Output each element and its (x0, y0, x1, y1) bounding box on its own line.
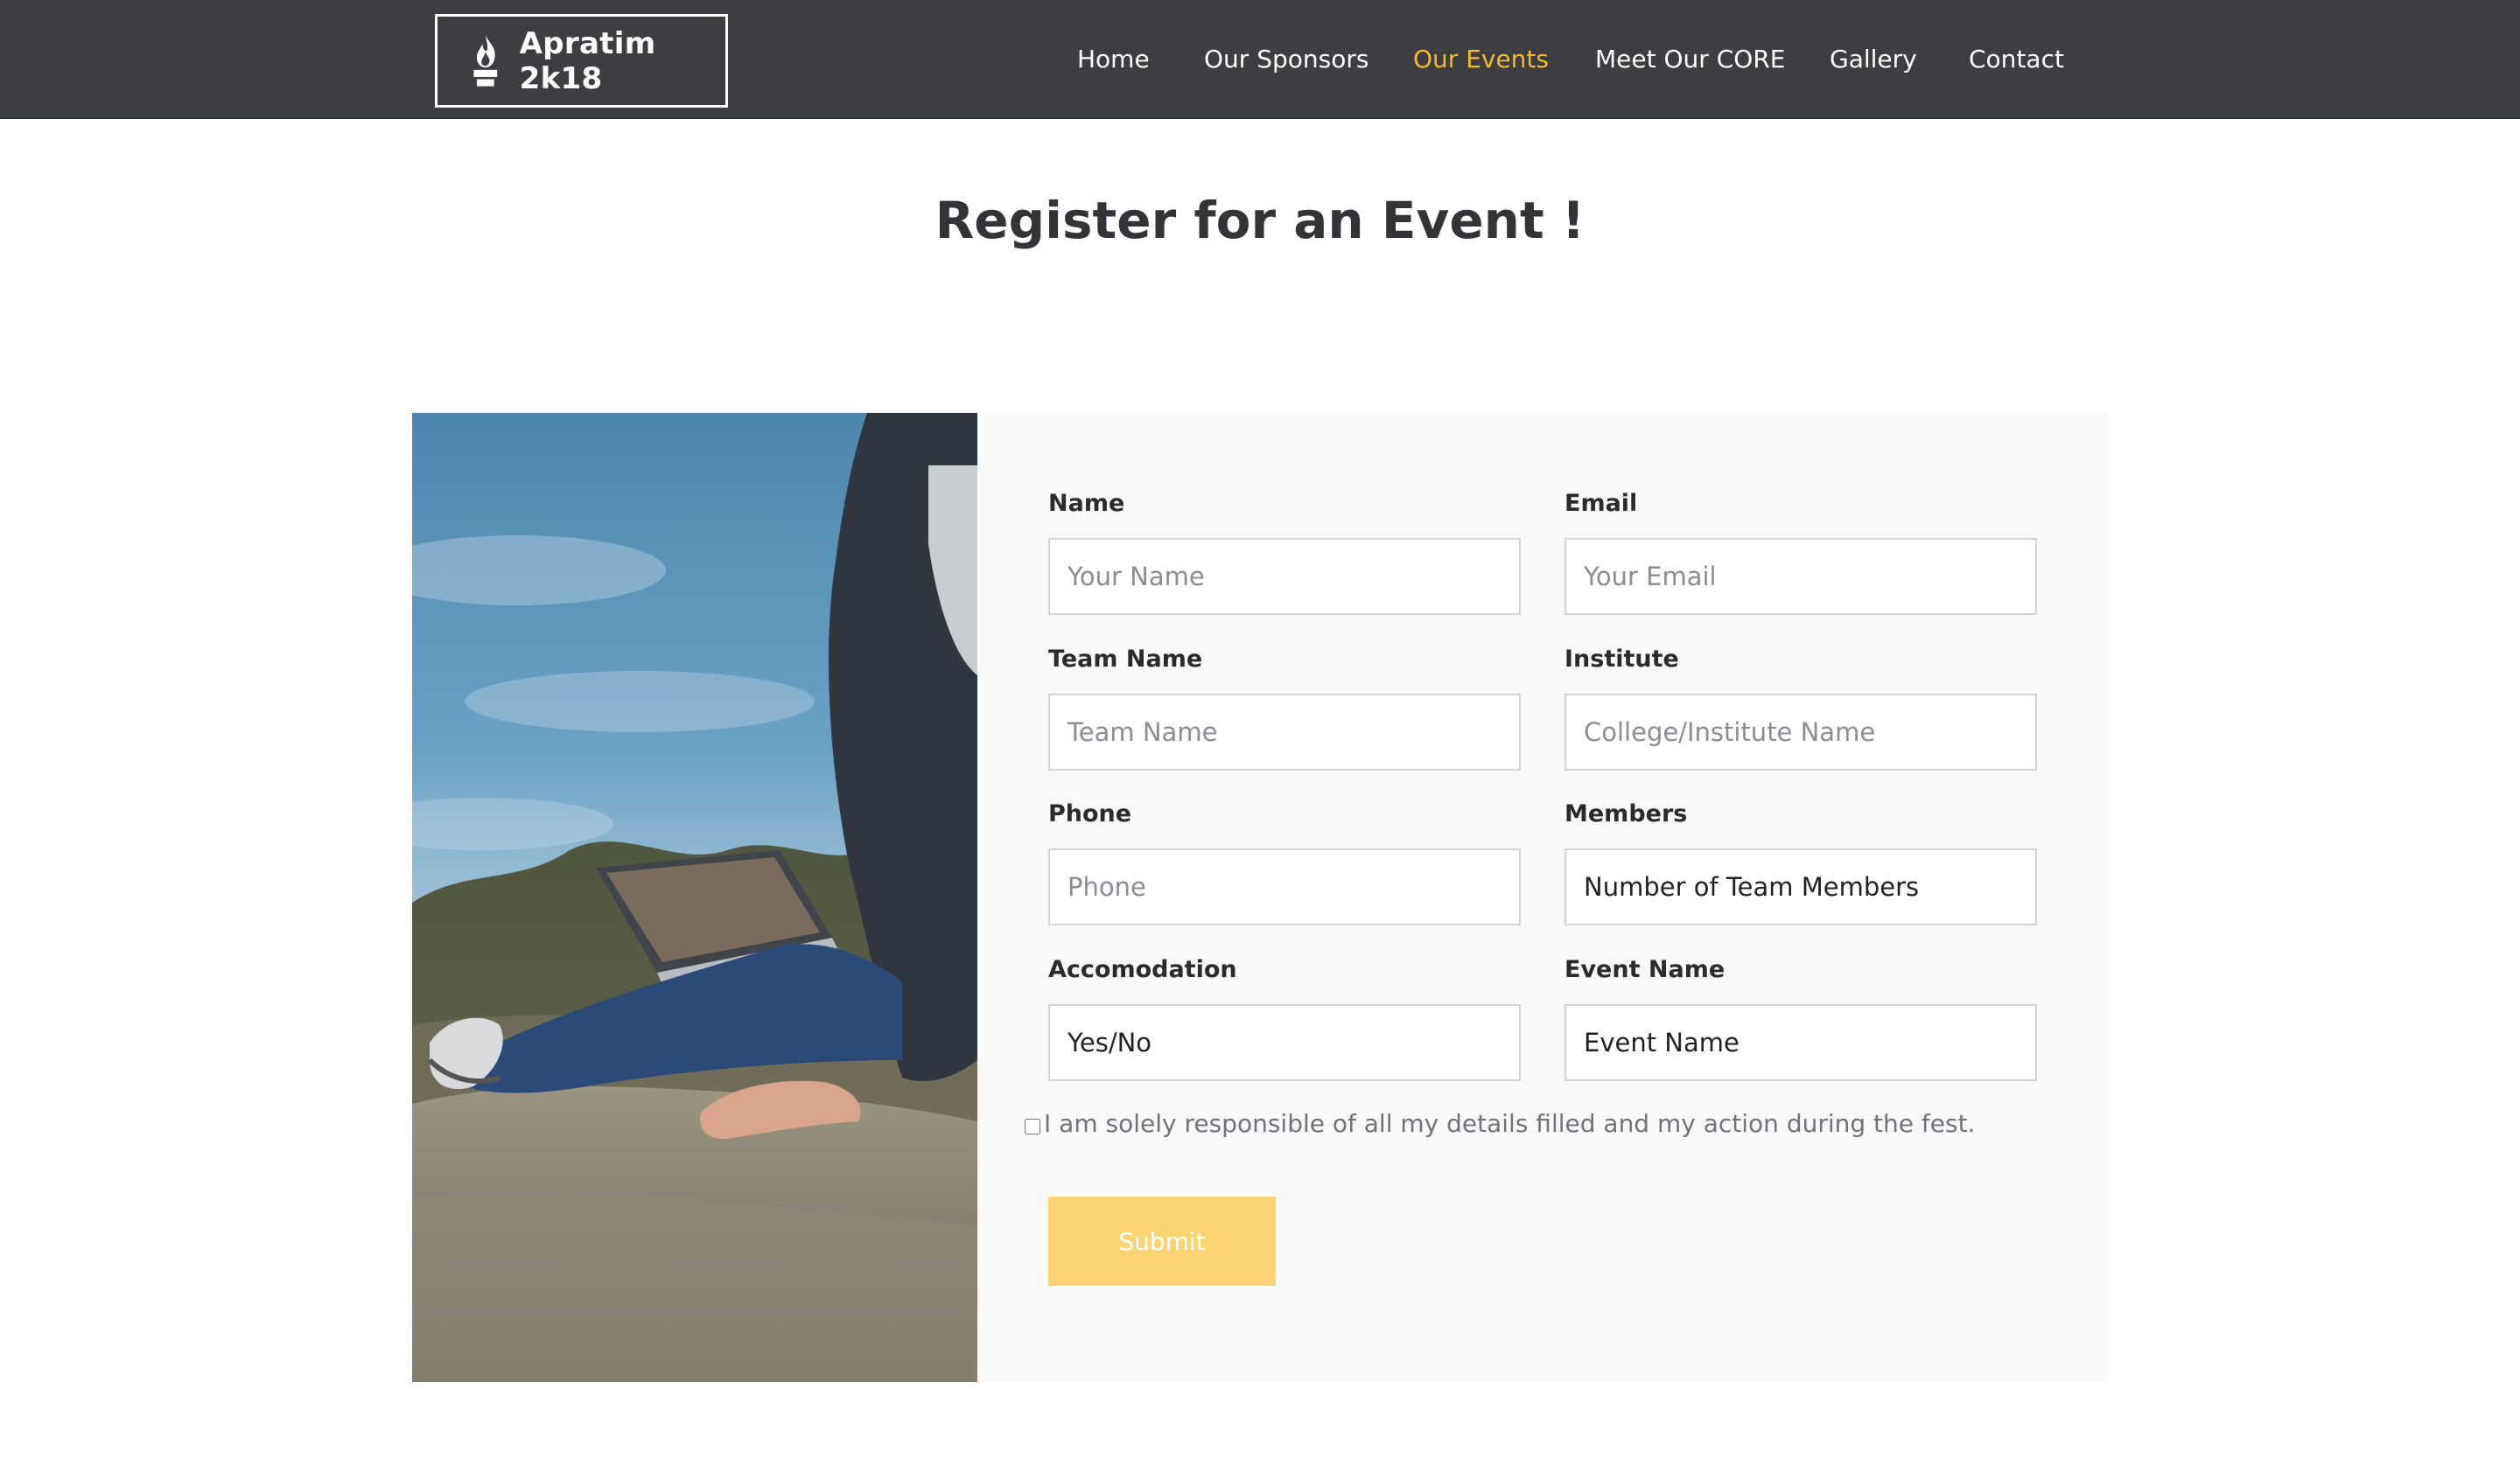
email-input[interactable] (1564, 538, 2037, 615)
brand-name: Apratim 2k18 (519, 25, 656, 96)
nav-our-sponsors[interactable]: Our Sponsors (1204, 42, 1368, 77)
nav-meet-our-core[interactable]: Meet Our CORE (1595, 42, 1785, 77)
members-label: Members (1564, 800, 1688, 827)
nav-home[interactable]: Home (1077, 42, 1150, 77)
team-name-input[interactable] (1048, 694, 1521, 771)
hero-photo (412, 413, 977, 1382)
page-title: Register for an Event ! (934, 191, 1586, 250)
name-input[interactable] (1048, 538, 1521, 615)
accomodation-label: Accomodation (1048, 956, 1237, 983)
consent-checkbox[interactable] (1025, 1118, 1040, 1134)
institute-label: Institute (1564, 646, 1679, 673)
nav-contact[interactable]: Contact (1969, 42, 2064, 77)
members-input[interactable] (1564, 848, 2037, 925)
email-label: Email (1564, 490, 1638, 517)
consent-text: I am solely responsible of all my detail… (1044, 1109, 1976, 1138)
registration-card: Name Email Team Name Institute Phone Mem… (412, 413, 2108, 1382)
submit-button[interactable]: Submit (1048, 1197, 1276, 1286)
flame-logo-icon (473, 34, 498, 87)
consent-row[interactable]: I am solely responsible of all my detail… (1025, 1109, 1975, 1138)
team-name-label: Team Name (1048, 646, 1203, 673)
institute-input[interactable] (1564, 694, 2037, 771)
phone-input[interactable] (1048, 848, 1521, 925)
nav-gallery[interactable]: Gallery (1830, 42, 1917, 77)
top-navbar: Apratim 2k18 Home Our Sponsors Our Event… (0, 0, 2520, 119)
event-name-input[interactable] (1564, 1004, 2037, 1081)
phone-label: Phone (1048, 800, 1132, 827)
name-label: Name (1048, 490, 1125, 517)
event-name-label: Event Name (1564, 956, 1726, 983)
brand-logo-link[interactable]: Apratim 2k18 (435, 14, 728, 108)
nav-our-events[interactable]: Our Events (1413, 42, 1549, 77)
accomodation-input[interactable] (1048, 1004, 1521, 1081)
